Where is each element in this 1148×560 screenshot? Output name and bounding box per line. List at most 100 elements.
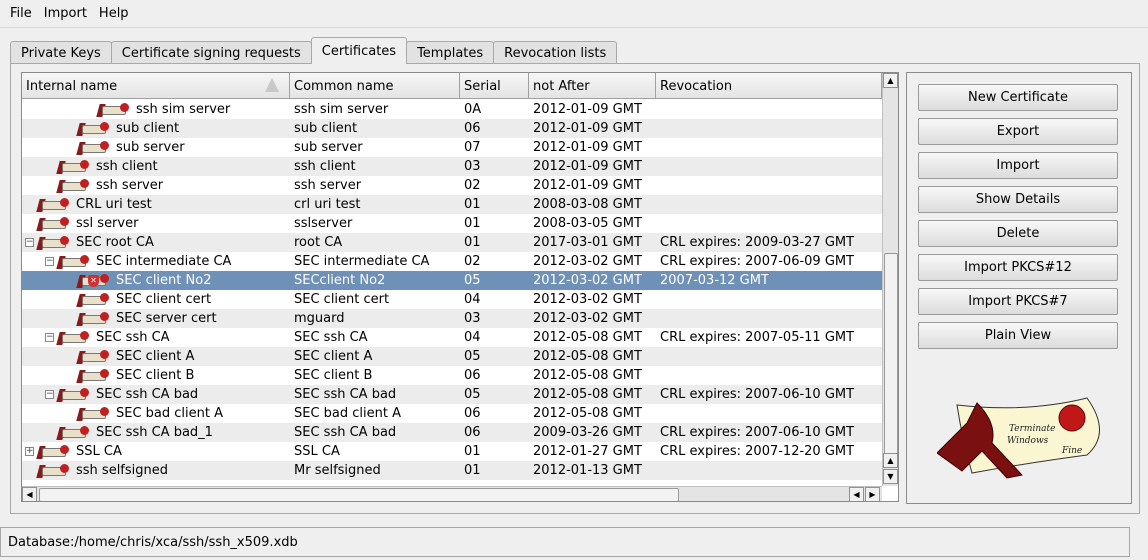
certificate-tree[interactable]: Internal name Common name Serial not After R… — [21, 72, 899, 502]
table-row[interactable]: ssh server ssh server 02 2012-01-09 GMT — [22, 176, 882, 195]
collapse-icon[interactable]: − — [25, 238, 34, 247]
scroll-up-button[interactable]: ▲ — [883, 73, 898, 88]
delete-button[interactable]: Delete — [918, 220, 1118, 247]
table-row[interactable]: − SEC ssh CA bad SEC ssh CA bad 05 2012-05-0… — [22, 385, 882, 404]
table-row[interactable]: ssh sim server ssh sim server 0A 2012-01-09… — [22, 100, 882, 119]
import-pkcs-12-button[interactable]: Import PKCS#12 — [918, 254, 1118, 281]
column-header-serial[interactable]: Serial — [460, 73, 529, 99]
certificate-icon — [76, 292, 110, 308]
serial-cell: 02 — [464, 254, 481, 269]
internal-name: ssh server — [96, 178, 164, 193]
certificate-icon — [56, 178, 90, 194]
table-row[interactable]: ✕ SEC client No2 SECclient No2 05 2012-03-02… — [22, 271, 882, 290]
internal-name-cell: ssh selfsigned — [22, 463, 290, 479]
revocation-cell: CRL expires: 2007-06-10 GMT — [660, 387, 855, 402]
collapse-icon[interactable]: − — [45, 333, 54, 342]
not-after-cell: 2008-03-05 GMT — [533, 216, 642, 231]
not-after-cell: 2012-03-02 GMT — [533, 311, 642, 326]
menu-help[interactable]: Help — [93, 6, 135, 21]
tree-header: Internal name Common name Serial not After R… — [22, 73, 882, 99]
not-after-cell: 2012-05-08 GMT — [533, 330, 642, 345]
scroll-thumb[interactable] — [884, 253, 898, 463]
tab-templates[interactable]: Templates — [406, 41, 495, 64]
certificate-icon — [36, 235, 70, 251]
table-row[interactable]: + SSL CA SSL CA 01 2012-01-27 GMT CRL expires… — [22, 442, 882, 461]
new-certificate-button[interactable]: New Certificate — [918, 84, 1118, 111]
column-header-label: Internal name — [26, 78, 118, 94]
serial-cell: 06 — [464, 368, 481, 383]
table-row[interactable]: SEC ssh CA bad_1 SEC ssh CA bad 06 2009-03-… — [22, 423, 882, 442]
serial-cell: 03 — [464, 159, 481, 174]
scroll-left-button-2[interactable]: ◀ — [849, 487, 864, 501]
serial-cell: 01 — [464, 197, 481, 212]
serial-cell: 05 — [464, 349, 481, 364]
table-row[interactable]: SEC client A SEC client A 05 2012-05-08 GMT — [22, 347, 882, 366]
hscroll-thumb[interactable] — [39, 488, 679, 501]
table-row[interactable]: ssh selfsigned Mr selfsigned 01 2012-01-13 … — [22, 461, 882, 480]
menu-import[interactable]: Import — [38, 6, 93, 21]
table-row[interactable]: SEC client B SEC client B 06 2012-05-08 GMT — [22, 366, 882, 385]
table-row[interactable]: ssh client ssh client 03 2012-01-09 GMT — [22, 157, 882, 176]
expand-icon[interactable]: + — [25, 447, 34, 456]
internal-name: SEC server cert — [116, 311, 217, 326]
table-row[interactable]: ssl server sslserver 01 2008-03-05 GMT — [22, 214, 882, 233]
certificates-pane: Internal name Common name Serial not After R… — [10, 63, 1140, 514]
scroll-down-button[interactable]: ▼ — [883, 469, 898, 484]
certificate-icon — [76, 368, 110, 384]
seal — [100, 273, 109, 283]
scroll-right-button[interactable]: ▶ — [865, 487, 880, 501]
column-header-internal-name[interactable]: Internal name — [22, 73, 290, 99]
scroll-left-button[interactable]: ◀ — [22, 487, 37, 501]
import-pkcs-7-button[interactable]: Import PKCS#7 — [918, 288, 1118, 315]
not-after-cell: 2012-01-09 GMT — [533, 178, 642, 193]
column-header-revocation[interactable]: Revocation — [656, 73, 882, 99]
column-header-not-after[interactable]: not After — [529, 73, 656, 99]
collapse-icon[interactable]: − — [45, 257, 54, 266]
not-after-cell: 2012-05-08 GMT — [533, 406, 642, 421]
tab-revocation-lists[interactable]: Revocation lists — [493, 41, 618, 64]
not-after-cell: 2012-01-13 GMT — [533, 463, 642, 478]
tab-certificate-signing-requests[interactable]: Certificate signing requests — [110, 41, 312, 64]
revocation-cell: CRL expires: 2007-12-20 GMT — [660, 444, 855, 459]
certificate-icon — [36, 444, 70, 460]
common-name-cell: ssh client — [294, 159, 356, 174]
table-row[interactable]: − SEC root CA root CA 01 2017-03-01 GMT CRL e… — [22, 233, 882, 252]
show-details-button[interactable]: Show Details — [918, 186, 1118, 213]
internal-name: CRL uri test — [76, 197, 152, 212]
table-row[interactable]: CRL uri test crl uri test 01 2008-03-08 GMT — [22, 195, 882, 214]
tab-certificates[interactable]: Certificates — [310, 37, 408, 64]
table-row[interactable]: sub client sub client 06 2012-01-09 GMT — [22, 119, 882, 138]
not-after-cell: 2012-05-08 GMT — [533, 368, 642, 383]
menu-file[interactable]: File — [4, 6, 38, 21]
scroll-up-button-2[interactable]: ▲ — [883, 453, 898, 468]
export-button[interactable]: Export — [918, 118, 1118, 145]
table-row[interactable]: − SEC intermediate CA SEC intermediate CA 0… — [22, 252, 882, 271]
table-row[interactable]: SEC bad client A SEC bad client A 06 2012-0… — [22, 404, 882, 423]
table-row[interactable]: sub server sub server 07 2012-01-09 GMT — [22, 138, 882, 157]
column-header-common-name[interactable]: Common name — [290, 73, 460, 99]
certificate-icon — [76, 121, 110, 137]
seal — [60, 235, 69, 245]
horizontal-scrollbar[interactable]: ◀ ◀ ▶ — [22, 486, 882, 501]
table-row[interactable]: SEC server cert mguard 03 2012-03-02 GMT — [22, 309, 882, 328]
table-row[interactable]: − SEC ssh CA SEC ssh CA 04 2012-05-08 GMT CRL… — [22, 328, 882, 347]
vertical-scrollbar[interactable]: ▲ ▲ ▼ — [882, 73, 898, 486]
not-after-cell: 2008-03-08 GMT — [533, 197, 642, 212]
table-row[interactable]: SEC client cert SEC client cert 04 2012-03-… — [22, 290, 882, 309]
plain-view-button[interactable]: Plain View — [918, 322, 1118, 349]
tree-rows: ssh sim server ssh sim server 0A 2012-01-09… — [22, 100, 882, 480]
revoked-certificate-icon: ✕ — [76, 273, 110, 289]
certificate-icon — [36, 463, 70, 479]
internal-name: SEC bad client A — [116, 406, 224, 421]
status-text: Database:/home/chris/xca/ssh/ssh_x509.xd… — [8, 534, 298, 550]
internal-name-cell: SEC ssh CA bad_1 — [22, 425, 290, 441]
serial-cell: 01 — [464, 216, 481, 231]
not-after-cell: 2012-05-08 GMT — [533, 387, 642, 402]
collapse-icon[interactable]: − — [45, 390, 54, 399]
common-name-cell: SSL CA — [294, 444, 340, 459]
action-panel: Terminate Windows Fine New Certificate Ex… — [906, 72, 1132, 504]
import-button[interactable]: Import — [918, 152, 1118, 179]
serial-cell: 01 — [464, 444, 481, 459]
seal — [60, 216, 69, 226]
tab-private-keys[interactable]: Private Keys — [10, 41, 112, 64]
